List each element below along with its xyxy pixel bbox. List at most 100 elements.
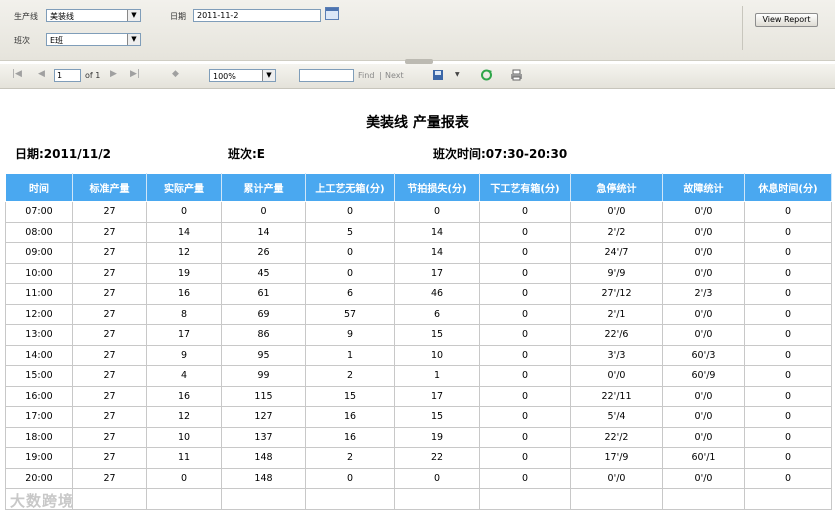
- table-cell: 11: [146, 447, 222, 469]
- table-cell: 0'/0: [570, 201, 663, 223]
- table-cell: 5'/4: [570, 406, 663, 428]
- table-row: 13:00 27 17 86 9 15 0 22'/6 0'/0 0: [5, 324, 832, 346]
- table-cell: 0: [479, 344, 571, 366]
- column-header: 节拍损失(分): [394, 173, 480, 202]
- table-cell: 27: [72, 406, 147, 428]
- table-cell: 60'/3: [662, 344, 745, 366]
- table-cell: 08:00: [5, 221, 73, 243]
- date-input[interactable]: 2011-11-2: [193, 9, 321, 22]
- table-cell: 16: [146, 283, 222, 305]
- table-cell: 0: [744, 324, 832, 346]
- chevron-down-icon[interactable]: ▼: [127, 34, 140, 45]
- table-cell: 14: [221, 221, 306, 243]
- find-separator: |: [379, 71, 382, 80]
- table-cell: 2: [305, 365, 395, 387]
- table-cell: 12: [146, 242, 222, 264]
- table-cell: 0: [744, 406, 832, 428]
- next-link[interactable]: Next: [385, 71, 404, 80]
- next-page-icon[interactable]: ▶: [110, 69, 117, 79]
- column-header: 累计产量: [221, 173, 306, 202]
- watermark: 大数跨境: [10, 492, 75, 510]
- table-row: 14:00 27 9 95 1 10 0 3'/3 60'/3 0: [5, 344, 832, 366]
- table-cell: 0: [146, 201, 222, 223]
- zoom-select[interactable]: 100% ▼: [209, 69, 276, 82]
- last-page-icon[interactable]: ▶|: [130, 69, 140, 79]
- table-cell: 27: [72, 324, 147, 346]
- chevron-down-icon[interactable]: ▼: [262, 70, 275, 81]
- table-cell: 0: [479, 201, 571, 223]
- table-cell: 27'/12: [570, 283, 663, 305]
- chevron-down-icon[interactable]: ▼: [127, 10, 140, 21]
- table-header-row: 时间 标准产量 实际产量 累计产量 上工艺无箱(分) 节拍损失(分) 下工艺有箱(分) 急停统…: [5, 173, 832, 202]
- shift-select[interactable]: E班 ▼: [46, 33, 141, 46]
- table-cell: [394, 488, 480, 510]
- table-cell: 0'/0: [662, 262, 745, 284]
- back-icon[interactable]: ◆: [172, 69, 179, 79]
- table-cell: 0: [479, 221, 571, 243]
- table-cell: 0: [305, 262, 395, 284]
- table-cell: 16: [305, 406, 395, 428]
- table-row: 08:00 27 14 14 5 14 0 2'/2 0'/0 0: [5, 221, 832, 243]
- table-cell: 0'/0: [570, 467, 663, 489]
- table-cell: 0: [305, 242, 395, 264]
- table-cell: 0: [479, 447, 571, 469]
- table-cell: 10: [394, 344, 480, 366]
- column-header: 下工艺有箱(分): [479, 173, 571, 202]
- table-cell: 27: [72, 344, 147, 366]
- table-cell: 9: [146, 344, 222, 366]
- table-cell: 20:00: [5, 467, 73, 489]
- table-cell: 9: [305, 324, 395, 346]
- table-row: 16:00 27 16 115 15 17 0 22'/11 0'/0 0: [5, 385, 832, 407]
- table-cell: 27: [72, 221, 147, 243]
- table-cell: 1: [394, 365, 480, 387]
- table-cell: 27: [72, 201, 147, 223]
- table-cell: 0: [744, 467, 832, 489]
- table-row: 20:00 27 0 148 0 0 0 0'/0 0'/0 0: [5, 467, 832, 489]
- table-cell: 60'/1: [662, 447, 745, 469]
- print-icon[interactable]: [510, 69, 523, 81]
- table-cell: 61: [221, 283, 306, 305]
- table-cell: 127: [221, 406, 306, 428]
- table-cell: 69: [221, 303, 306, 325]
- line-select[interactable]: 美装线 ▼: [46, 9, 141, 22]
- table-cell: 22: [394, 447, 480, 469]
- table-cell: 0: [479, 385, 571, 407]
- column-header: 故障统计: [662, 173, 745, 202]
- date-label: 日期: [170, 12, 186, 21]
- find-input[interactable]: [299, 69, 354, 82]
- report-title: 美装线 产量报表: [366, 115, 469, 131]
- view-report-button[interactable]: View Report: [755, 13, 818, 27]
- export-icon[interactable]: [432, 69, 445, 81]
- table-cell: 19: [146, 262, 222, 284]
- table-row: 19:00 27 11 148 2 22 0 17'/9 60'/1 0: [5, 447, 832, 469]
- first-page-icon[interactable]: |◀: [12, 69, 22, 79]
- table-row: [5, 488, 832, 510]
- table-row: 17:00 27 12 127 16 15 0 5'/4 0'/0 0: [5, 406, 832, 428]
- table-cell: 12: [146, 406, 222, 428]
- table-cell: 2'/1: [570, 303, 663, 325]
- table-cell: 24'/7: [570, 242, 663, 264]
- refresh-icon[interactable]: [480, 69, 493, 81]
- previous-page-icon[interactable]: ◀: [38, 69, 45, 79]
- page-number-input[interactable]: 1: [54, 69, 81, 82]
- line-label: 生产线: [14, 12, 38, 21]
- table-cell: 19: [394, 426, 480, 448]
- table-cell: 19:00: [5, 447, 73, 469]
- table-cell: 22'/6: [570, 324, 663, 346]
- table-cell: 16:00: [5, 385, 73, 407]
- find-link[interactable]: Find: [358, 71, 374, 80]
- zoom-select-value: 100%: [213, 72, 236, 81]
- table-cell: 0: [479, 426, 571, 448]
- table-cell: 4: [146, 365, 222, 387]
- table-cell: 2: [305, 447, 395, 469]
- table-cell: 10:00: [5, 262, 73, 284]
- export-dropdown-icon[interactable]: ▼: [455, 71, 460, 78]
- table-cell: 27: [72, 303, 147, 325]
- calendar-icon[interactable]: [325, 7, 339, 20]
- column-header: 标准产量: [72, 173, 147, 202]
- table-cell: 6: [394, 303, 480, 325]
- table-cell: 22'/2: [570, 426, 663, 448]
- table-cell: 5: [305, 221, 395, 243]
- table-cell: 0: [744, 201, 832, 223]
- table-row: 09:00 27 12 26 0 14 0 24'/7 0'/0 0: [5, 242, 832, 264]
